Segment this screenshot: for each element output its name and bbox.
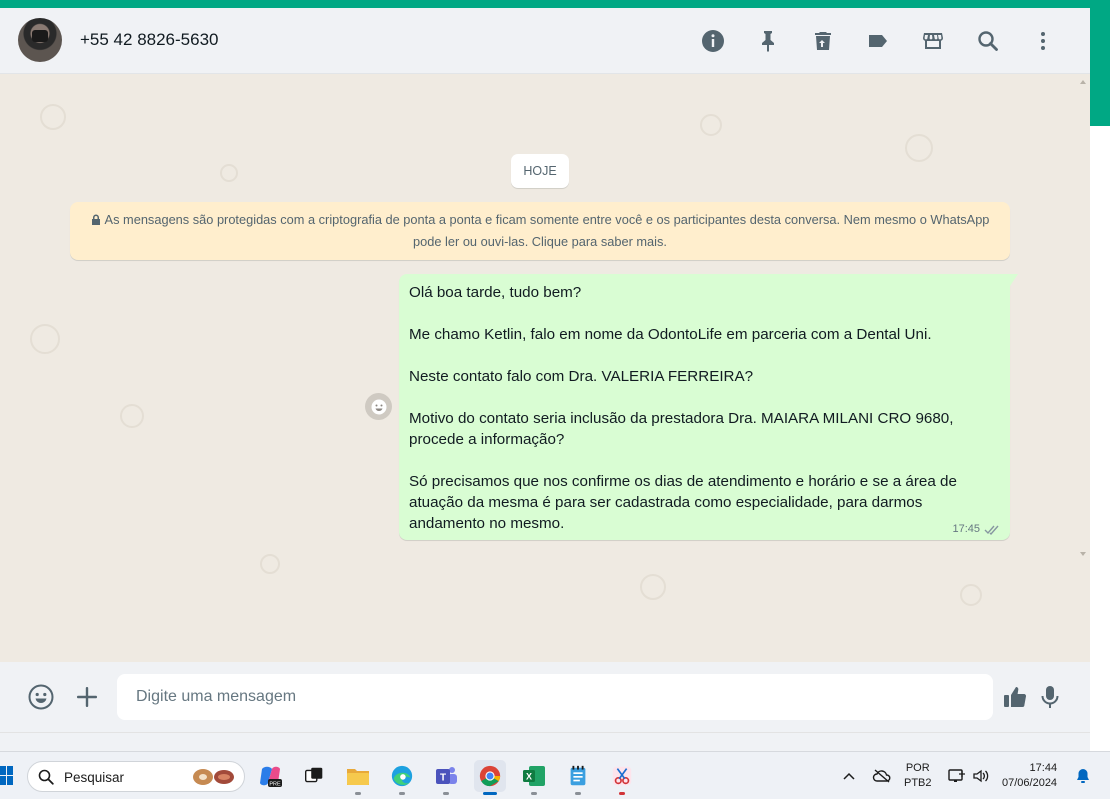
info-icon[interactable] (685, 25, 740, 57)
message-composer (0, 662, 1090, 732)
contact-name[interactable]: +55 42 8826-5630 (80, 30, 219, 50)
app-top-strip (0, 0, 1110, 8)
pin-icon[interactable] (740, 25, 795, 57)
cloud-offline-icon[interactable] (872, 752, 892, 799)
copilot-icon[interactable]: PRE (254, 760, 286, 792)
scroll-up-arrow[interactable] (1080, 80, 1086, 84)
lock-icon (91, 214, 100, 225)
bubble-tail (1010, 274, 1018, 286)
outgoing-message-bubble[interactable]: Olá boa tarde, tudo bem? Me chamo Ketlin… (399, 274, 1010, 540)
message-meta: 17:45 (952, 523, 1000, 535)
contact-avatar[interactable] (18, 18, 62, 62)
doodle-decoration (700, 114, 722, 136)
network-icon[interactable] (948, 752, 966, 799)
clock-date: 07/06/2024 (1002, 777, 1058, 789)
double-check-icon (984, 525, 999, 535)
store-icon[interactable] (905, 25, 960, 57)
label-icon[interactable] (850, 25, 905, 57)
doodle-decoration (120, 404, 144, 428)
taskbar-search-box[interactable]: Pesquisar (27, 761, 245, 792)
date-chip: HOJE (511, 154, 569, 188)
microphone-icon[interactable] (1036, 683, 1064, 711)
doodle-decoration (220, 164, 238, 182)
taskbar-search-label: Pesquisar (64, 770, 125, 785)
doodle-decoration (905, 134, 933, 162)
scroll-down-arrow[interactable] (1080, 552, 1086, 556)
doodle-decoration (40, 104, 66, 130)
chrome-icon[interactable] (474, 760, 506, 795)
window-right-gutter (1090, 126, 1110, 751)
speaker-icon[interactable] (972, 752, 990, 799)
edge-icon[interactable] (386, 760, 418, 795)
emoji-icon[interactable] (27, 683, 55, 711)
windows-taskbar: Pesquisar PRE T X POR PTB2 17:44 07/06/2… (0, 751, 1110, 799)
doodle-decoration (640, 574, 666, 600)
windows-start-icon[interactable] (0, 766, 14, 786)
excel-icon[interactable]: X (518, 760, 550, 795)
app-right-strip (1090, 8, 1110, 126)
keyboard-layout: PTB2 (904, 777, 932, 789)
react-emoji-icon[interactable] (365, 393, 392, 420)
chat-area[interactable]: HOJE As mensagens são protegidas com a c… (0, 74, 1090, 662)
snipping-tool-icon[interactable] (606, 760, 638, 795)
clock-area[interactable]: 17:44 07/06/2024 (1002, 752, 1057, 799)
task-view-icon[interactable] (298, 760, 330, 792)
header-actions (685, 25, 1070, 57)
doodle-decoration (960, 584, 982, 606)
language-indicator[interactable]: POR PTB2 (904, 752, 932, 799)
notepad-icon[interactable] (562, 760, 594, 795)
window-bottom-area (0, 732, 1090, 751)
doodle-decoration (30, 324, 60, 354)
notification-bell-icon[interactable] (1075, 752, 1091, 799)
search-icon[interactable] (960, 25, 1015, 57)
chat-header: +55 42 8826-5630 (0, 8, 1090, 74)
clock-time: 17:44 (1029, 762, 1058, 774)
svg-text:X: X (526, 772, 532, 782)
svg-text:T: T (440, 773, 446, 784)
file-explorer-icon[interactable] (342, 760, 374, 795)
thumbs-up-icon[interactable] (1001, 683, 1029, 711)
svg-text:PRE: PRE (269, 781, 281, 787)
message-time: 17:45 (952, 523, 980, 535)
menu-icon[interactable] (1015, 25, 1070, 57)
attach-plus-icon[interactable] (73, 683, 101, 711)
message-input[interactable] (117, 674, 993, 720)
search-icon (38, 769, 54, 785)
encryption-notice[interactable]: As mensagens são protegidas com a cripto… (70, 202, 1010, 260)
encryption-notice-text: As mensagens são protegidas com a cripto… (104, 212, 990, 249)
tray-chevron-icon[interactable] (842, 752, 856, 799)
message-text: Olá boa tarde, tudo bem? Me chamo Ketlin… (409, 284, 957, 532)
language-code: POR (905, 762, 930, 774)
doodle-decoration (260, 554, 280, 574)
search-highlight-icon (193, 769, 234, 785)
delete-icon[interactable] (795, 25, 850, 57)
teams-icon[interactable]: T (430, 760, 462, 795)
